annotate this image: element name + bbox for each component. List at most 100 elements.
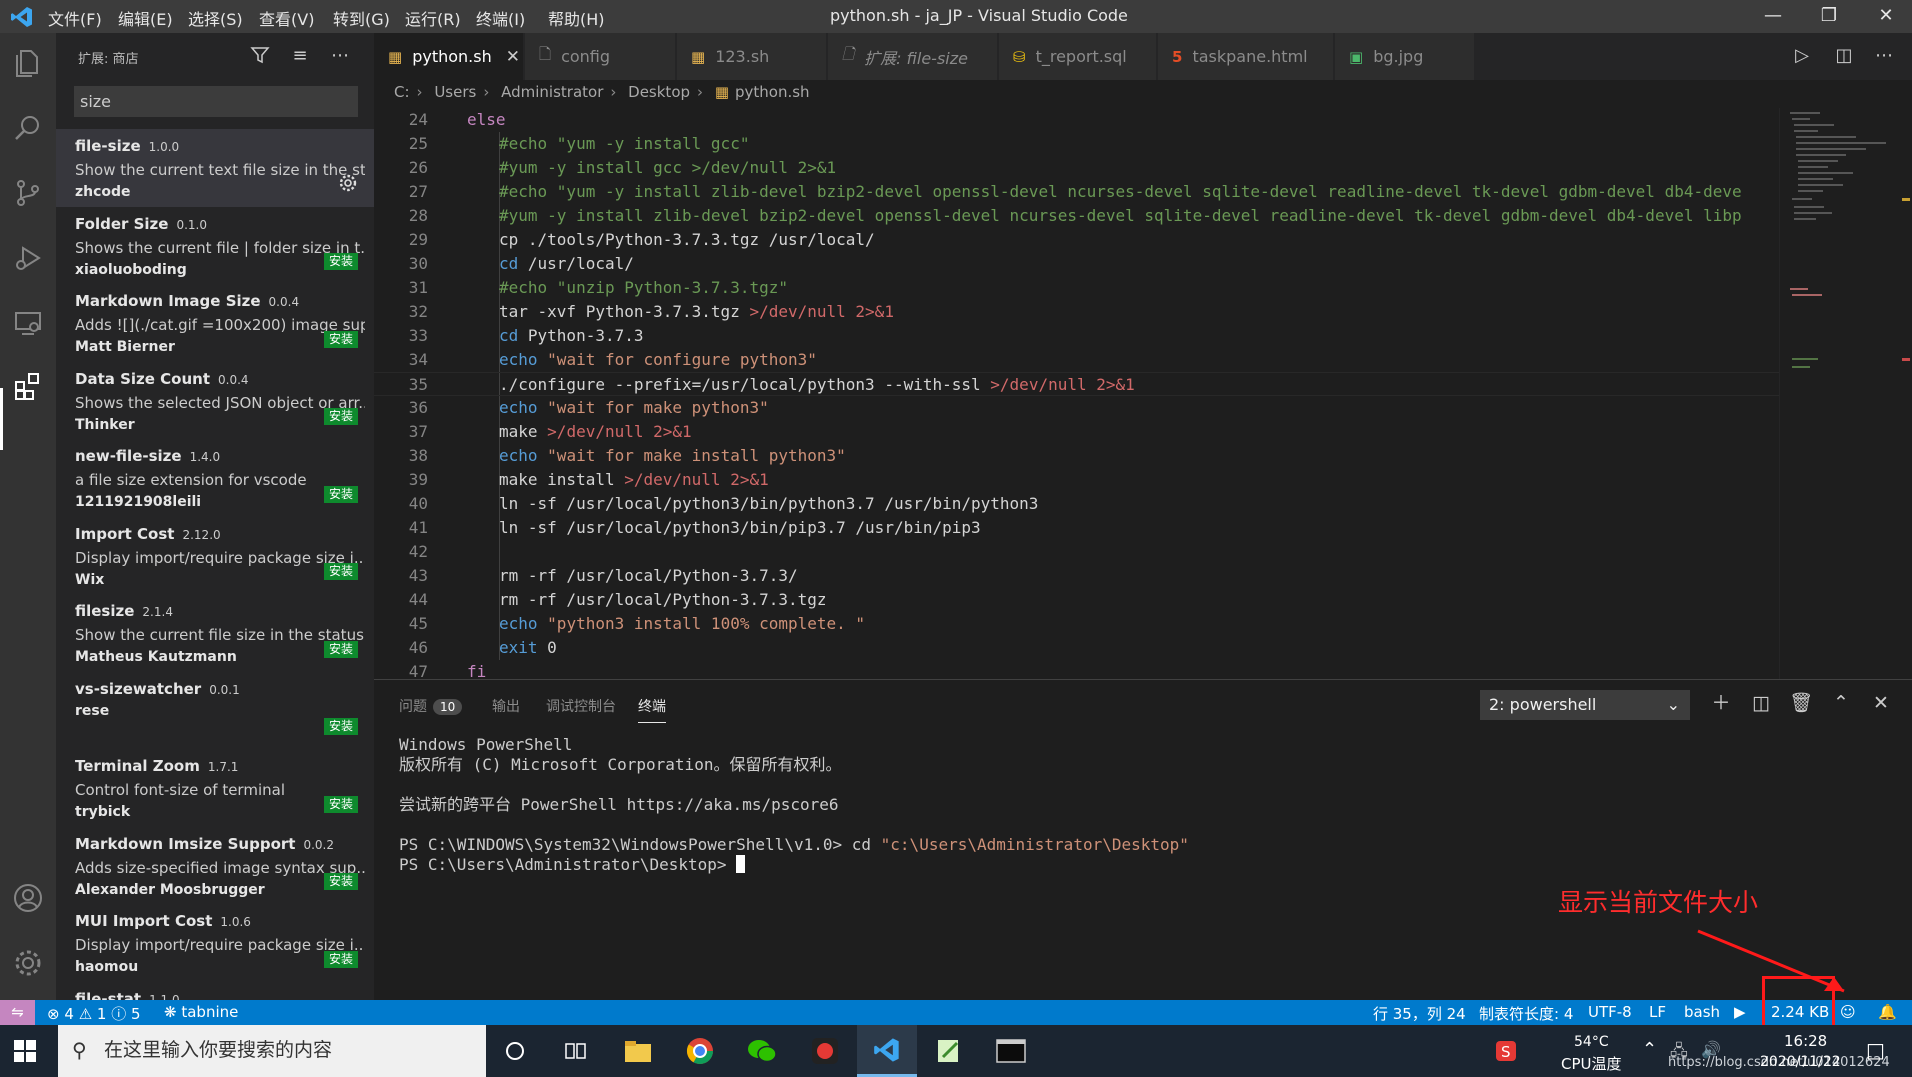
tab-debug-console[interactable]: 调试控制台 [546, 696, 616, 716]
file-explorer-icon[interactable] [608, 1025, 668, 1077]
install-button[interactable]: 安装 [323, 563, 358, 580]
encoding[interactable]: UTF-8 [1588, 1003, 1632, 1021]
menu-terminal[interactable]: 终端(I) [476, 6, 525, 30]
wechat-icon[interactable] [732, 1025, 792, 1077]
tabnine-status[interactable]: ❋ tabnine [164, 1003, 238, 1021]
extension-item[interactable]: file-size 1.0.0 Show the current text file… [56, 129, 374, 207]
close-tab-icon[interactable]: ✕ [506, 47, 520, 67]
cortana-icon[interactable] [485, 1025, 545, 1077]
run-debug-icon[interactable] [8, 238, 48, 278]
vscode-taskbar-icon[interactable] [857, 1025, 917, 1077]
menu-run[interactable]: 运行(R) [405, 6, 461, 30]
tab-problems[interactable]: 问题 10 [399, 696, 463, 716]
run-terminal-icon[interactable]: ▶ [1734, 1003, 1746, 1021]
maximize-panel-icon[interactable]: ⌃ [1827, 690, 1855, 718]
install-button[interactable]: 安装 [323, 485, 358, 503]
extension-item[interactable]: filesize 2.1.4 Show the current file size … [56, 594, 374, 672]
extension-item[interactable]: Markdown Imsize Support 0.0.2 Adds size-sp… [56, 827, 374, 905]
chrome-icon[interactable] [670, 1025, 730, 1077]
end-of-line[interactable]: LF [1649, 1003, 1666, 1021]
tab-terminal[interactable]: 终端 [638, 696, 666, 723]
screen-recorder-icon[interactable] [795, 1025, 855, 1077]
code-editor[interactable]: 24 else 25 #echo "yum -y install gcc" 26 #yum… [374, 108, 1779, 679]
tab-bg-jpg[interactable]: ▣ bg.jpg [1335, 33, 1475, 80]
account-icon[interactable] [8, 878, 48, 918]
clear-results-icon[interactable]: ≡ [288, 45, 312, 69]
install-button[interactable]: 安装 [323, 718, 358, 735]
tab-config[interactable]: 🗋 config [525, 33, 676, 80]
terminal-output[interactable]: Windows PowerShell 版权所有 (C) Microsoft Cor… [399, 735, 1879, 875]
split-terminal-icon[interactable]: ◫ [1747, 690, 1775, 718]
menu-view[interactable]: 查看(V) [259, 6, 314, 30]
menu-edit[interactable]: 编辑(E) [118, 6, 173, 30]
menu-file[interactable]: 文件(F) [48, 6, 102, 30]
minimap[interactable] [1779, 108, 1899, 679]
remote-explorer-icon[interactable] [8, 303, 48, 343]
terminal-select[interactable]: 2: powershell ⌄ [1480, 690, 1690, 720]
problems-status[interactable]: ⊗ 4 ⚠ 1 ⓘ 5 [47, 1003, 141, 1024]
breadcrumb-item[interactable]: Administrator [501, 83, 603, 101]
action-center-icon[interactable]: □ [1866, 1038, 1885, 1062]
extension-item[interactable]: file-stat 1.1.0 [56, 982, 374, 1001]
task-view-icon[interactable] [545, 1025, 605, 1077]
close-panel-icon[interactable]: ✕ [1867, 690, 1895, 718]
menu-help[interactable]: 帮助(H) [548, 6, 605, 30]
restore-button[interactable]: ❐ [1801, 0, 1857, 33]
clock-date[interactable]: 2020/11/22 [1760, 1054, 1841, 1070]
kill-terminal-icon[interactable]: 🗑 [1787, 690, 1815, 718]
source-control-icon[interactable] [8, 173, 48, 213]
install-button[interactable]: 安装 [323, 640, 358, 658]
taskbar-search-box[interactable]: ⚲ 在这里输入你要搜索的内容 [58, 1025, 486, 1077]
more-actions-icon[interactable]: ⋯ [1870, 43, 1898, 71]
terminal-app-icon[interactable] [981, 1025, 1041, 1077]
more-actions-icon[interactable]: ⋯ [328, 45, 352, 69]
extension-item[interactable]: Folder Size 0.1.0 Shows the current file |… [56, 207, 374, 285]
windows-start-icon[interactable] [14, 1040, 36, 1066]
install-button[interactable]: 安装 [323, 408, 358, 425]
tab-taskpane-html[interactable]: 5 taskpane.html [1158, 33, 1334, 80]
manage-gear-icon[interactable] [338, 173, 358, 193]
split-editor-icon[interactable]: ◫ [1830, 43, 1858, 71]
antivirus-tray-icon[interactable]: S [1494, 1039, 1518, 1067]
remote-indicator-icon[interactable]: ⇋ [0, 1000, 35, 1025]
install-button[interactable]: 安装 [323, 330, 358, 348]
extension-item[interactable]: Markdown Image Size 0.0.4 Adds ![](./cat.g… [56, 284, 374, 362]
install-button[interactable]: 安装 [323, 950, 358, 968]
install-button[interactable]: 安装 [323, 795, 358, 813]
show-hidden-icons-icon[interactable]: ⌃ [1642, 1039, 1657, 1060]
extension-item[interactable]: Data Size Count 0.0.4 Shows the selected J… [56, 362, 374, 440]
menu-selection[interactable]: 选择(S) [188, 6, 243, 30]
minimize-button[interactable]: — [1745, 0, 1801, 33]
language-mode[interactable]: bash [1684, 1003, 1720, 1021]
tab-output[interactable]: 输出 [492, 696, 520, 716]
notepad-plus-icon[interactable] [919, 1025, 979, 1077]
install-button[interactable]: 安装 [323, 253, 358, 270]
tab-t-report-sql[interactable]: ⛁ t_report.sql [999, 33, 1157, 80]
breadcrumb-item[interactable]: Desktop [628, 83, 690, 101]
extension-item[interactable]: MUI Import Cost 1.0.6 Display import/requi… [56, 904, 374, 982]
notifications-bell-icon[interactable]: 🔔 [1878, 1003, 1897, 1021]
extension-search-input[interactable] [74, 86, 358, 117]
menu-goto[interactable]: 转到(G) [333, 6, 390, 30]
settings-gear-icon[interactable] [8, 943, 48, 983]
breadcrumb-item[interactable]: python.sh [735, 83, 810, 101]
editor-scrollbar[interactable] [1899, 108, 1912, 679]
extension-item[interactable]: Terminal Zoom 1.7.1 Control font-size of t… [56, 749, 374, 827]
extensions-icon[interactable] [8, 366, 48, 406]
install-button[interactable]: 安装 [323, 873, 358, 890]
tab-123-sh[interactable]: ▦ 123.sh [677, 33, 827, 80]
feedback-icon[interactable]: ☺ [1840, 1003, 1856, 1021]
tab-extension-file-size[interactable]: 🗋 扩展: file-size [828, 33, 998, 80]
extension-item[interactable]: Import Cost 2.12.0 Display import/require … [56, 517, 374, 595]
tab-python-sh[interactable]: ▦ python.sh ✕ [374, 33, 524, 80]
breadcrumb-item[interactable]: C: [394, 83, 410, 101]
extension-item[interactable]: new-file-size 1.4.0 a file size extension … [56, 439, 374, 517]
clock-time[interactable]: 16:28 [1784, 1032, 1827, 1050]
extension-item[interactable]: vs-sizewatcher 0.0.1 rese 安装 [56, 672, 374, 750]
breadcrumb-item[interactable]: Users [434, 83, 476, 101]
new-terminal-icon[interactable]: ＋ [1707, 690, 1735, 718]
tab-size[interactable]: 制表符长度: 4 [1479, 1003, 1573, 1024]
search-icon[interactable] [8, 108, 48, 148]
cursor-position[interactable]: 行 35，列 24 [1373, 1003, 1466, 1024]
close-window-button[interactable]: ✕ [1858, 0, 1912, 33]
